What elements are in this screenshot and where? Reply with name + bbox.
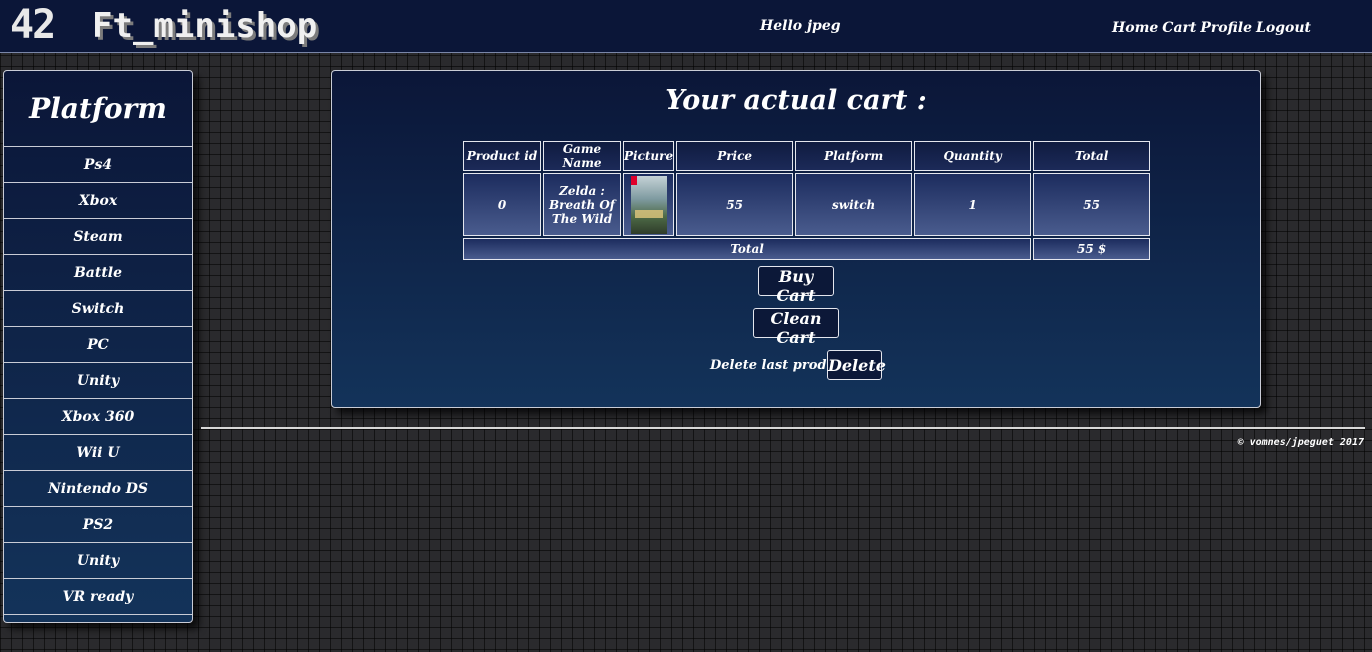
cell-quantity: 1	[914, 173, 1032, 236]
cart-title: Your actual cart :	[665, 85, 927, 116]
buy-cart-button[interactable]: Buy Cart	[758, 266, 834, 305]
cell-picture	[623, 173, 675, 236]
column-header-product-id: Product id	[463, 141, 541, 171]
total-label: Total	[463, 238, 1032, 260]
site-title: Ft_minishop	[92, 6, 318, 46]
cart-panel: Your actual cart : Product id Game Name …	[331, 70, 1261, 408]
column-header-total: Total	[1033, 141, 1151, 171]
zelda-logo-icon	[634, 209, 663, 218]
platform-sidebar: Platform Ps4 Xbox Steam Battle Switch PC…	[3, 70, 193, 623]
nav-home-link[interactable]: Home	[1112, 20, 1158, 36]
cell-product-id: 0	[463, 173, 541, 236]
cell-game-name: Zelda : Breath Of The Wild	[543, 173, 621, 236]
sidebar-item-unity-2[interactable]: Unity	[4, 543, 192, 579]
column-header-price: Price	[676, 141, 794, 171]
sidebar-item-wii-u[interactable]: Wii U	[4, 435, 192, 471]
table-row: 0 Zelda : Breath Of The Wild 55 switch 1…	[463, 173, 1151, 236]
game-cover-image	[630, 175, 667, 234]
sidebar-item-steam[interactable]: Steam	[4, 219, 192, 255]
table-total-row: Total 55 $	[463, 238, 1151, 260]
main-nav: Home Cart Profile Logout	[1112, 20, 1311, 36]
sidebar-item-xbox[interactable]: Xbox	[4, 183, 192, 219]
column-header-picture: Picture	[623, 141, 675, 171]
cell-platform: switch	[795, 173, 913, 236]
sidebar-item-ps2[interactable]: PS2	[4, 507, 192, 543]
cell-total: 55	[1033, 173, 1151, 236]
column-header-quantity: Quantity	[914, 141, 1032, 171]
nav-logout-link[interactable]: Logout	[1256, 20, 1311, 36]
logo-42[interactable]: 42	[10, 2, 56, 48]
cart-table: Product id Game Name Picture Price Platf…	[461, 139, 1152, 262]
footer-divider	[201, 427, 1365, 429]
sidebar-title: Platform	[4, 71, 192, 147]
sidebar-item-vr-ready[interactable]: VR ready	[4, 579, 192, 615]
clean-cart-button[interactable]: Clean Cart	[753, 308, 839, 347]
sidebar-item-battle[interactable]: Battle	[4, 255, 192, 291]
total-value: 55 $	[1033, 238, 1151, 260]
sidebar-item-unity[interactable]: Unity	[4, 363, 192, 399]
sidebar-item-ps4[interactable]: Ps4	[4, 147, 192, 183]
cell-price: 55	[676, 173, 794, 236]
delete-button[interactable]: Delete	[827, 350, 886, 380]
copyright-text: © vomnes/jpeguet 2017	[1237, 437, 1364, 448]
top-bar: 42 Ft_minishop Hello jpeg Home Cart Prof…	[0, 0, 1372, 53]
sidebar-item-xbox-360[interactable]: Xbox 360	[4, 399, 192, 435]
nav-cart-link[interactable]: Cart	[1162, 20, 1196, 36]
column-header-platform: Platform	[795, 141, 913, 171]
switch-badge-icon	[630, 175, 637, 185]
sidebar-item-nintendo-ds[interactable]: Nintendo DS	[4, 471, 192, 507]
nav-profile-link[interactable]: Profile	[1200, 20, 1252, 36]
sidebar-item-switch[interactable]: Switch	[4, 291, 192, 327]
sidebar-item-pc[interactable]: PC	[4, 327, 192, 363]
table-header-row: Product id Game Name Picture Price Platf…	[463, 141, 1151, 171]
column-header-game-name: Game Name	[543, 141, 621, 171]
user-greeting: Hello jpeg	[760, 18, 841, 34]
